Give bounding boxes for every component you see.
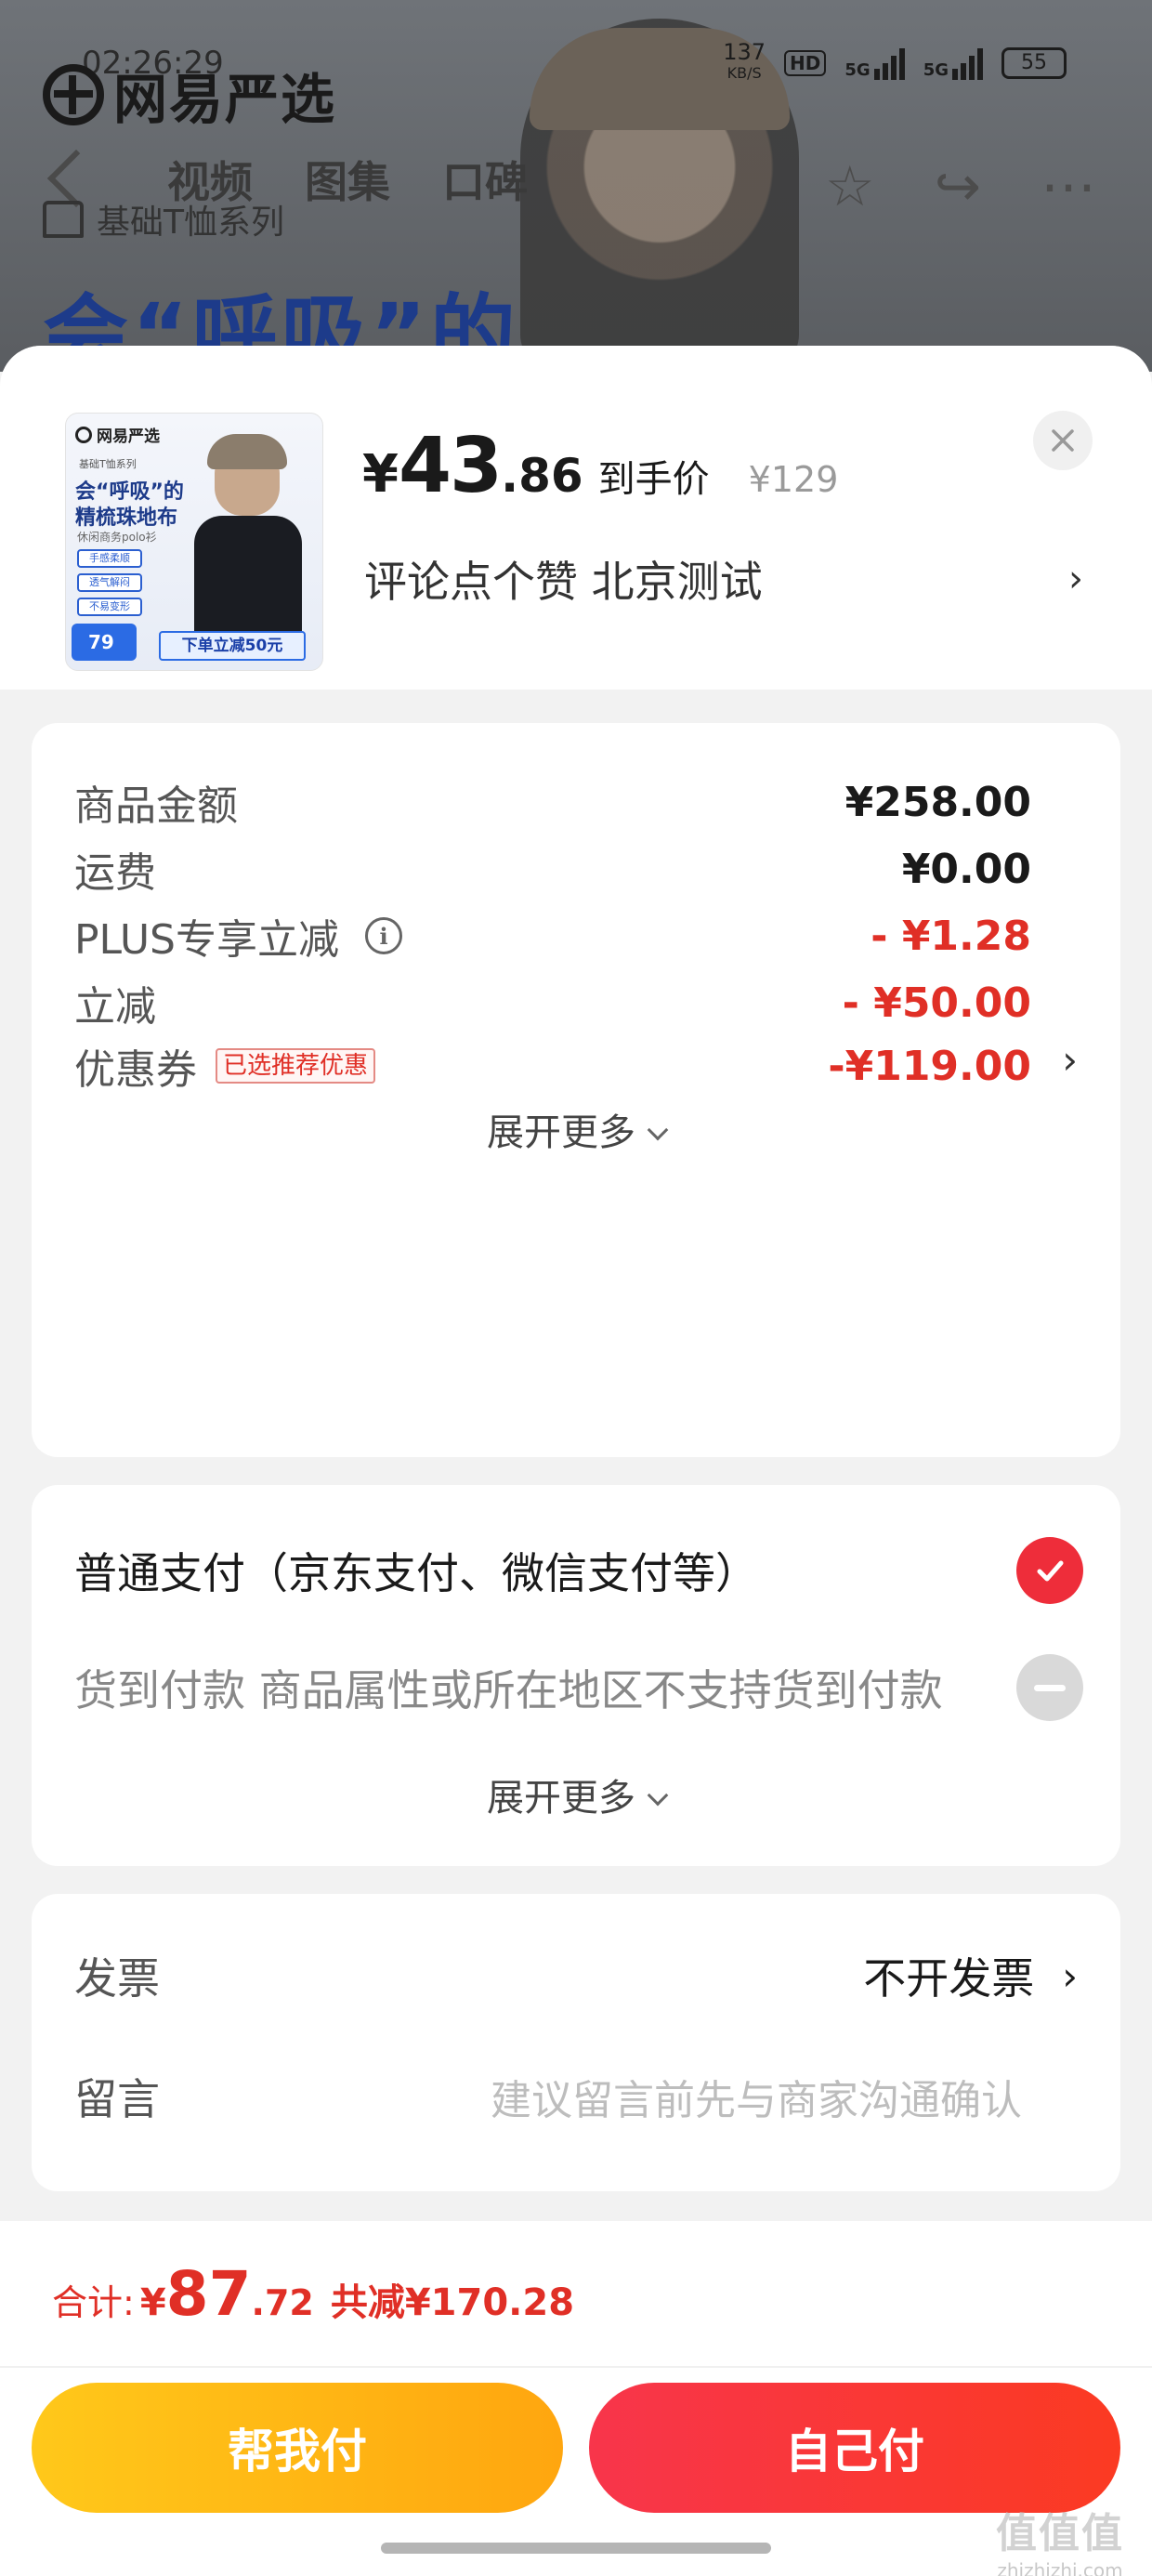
- help-me-pay-button[interactable]: 帮我付: [32, 2383, 563, 2513]
- home-indicator[interactable]: [381, 2543, 771, 2554]
- model-image: [177, 432, 317, 664]
- note-input[interactable]: 建议留言前先与商家沟通确认: [491, 2067, 1022, 2126]
- coupon-badge: 已选推荐优惠: [216, 1048, 376, 1084]
- tab-reviews[interactable]: 口碑: [442, 149, 528, 210]
- chevron-down-icon: [647, 1784, 669, 1807]
- instant-discount-row: 立减 - ¥50.00: [74, 979, 1031, 1032]
- final-price: ¥ 43 .86 到手价 ¥129: [362, 422, 839, 510]
- thumb-series: 基础T恤系列: [79, 458, 137, 470]
- disabled-radio-icon: [1016, 1654, 1083, 1721]
- final-price-label: 到手价: [597, 458, 710, 501]
- amount-card: 商品金额 ¥258.00 运费 ¥0.00 PLUS专享立减 i - ¥1.28…: [32, 723, 1120, 1457]
- expand-more-button[interactable]: 展开更多: [32, 1102, 1120, 1156]
- payment-card: 普通支付（京东支付、微信支付等） 货到付款 商品属性或所在地区不支持货到付款 展…: [32, 1485, 1120, 1866]
- goods-amount-row: 商品金额 ¥258.00: [74, 778, 1031, 831]
- chevron-down-icon: [647, 1119, 669, 1141]
- brand-mark-icon: [75, 426, 92, 443]
- battery-icon: 55: [1001, 46, 1067, 79]
- thumb-title-2: 精梳珠地布: [75, 506, 178, 530]
- coupon-amount: -¥119.00: [828, 1042, 1031, 1090]
- payment-option-cod: 货到付款 商品属性或所在地区不支持货到付款: [74, 1650, 1083, 1725]
- close-icon: [1052, 429, 1074, 452]
- thumb-cta: 下单立减50元: [159, 631, 306, 661]
- invoice-row[interactable]: 发票 不开发票 ›: [74, 1939, 1078, 2013]
- thumb-tag: 手感柔顺: [77, 549, 142, 568]
- signal-icon: 5G: [844, 46, 905, 80]
- checkout-footer: 合计: ¥ 87 .72 共减¥170.28 帮我付 自己付 值值值 zhizh…: [0, 2221, 1152, 2576]
- share-icon[interactable]: ↪: [935, 154, 981, 219]
- tab-gallery[interactable]: 图集: [305, 149, 390, 210]
- product-thumbnail[interactable]: 网易严选 基础T恤系列 会“呼吸”的 精梳珠地布 休闲商务polo衫 手感柔顺 …: [65, 413, 323, 671]
- chevron-right-icon: ›: [1062, 1952, 1078, 1999]
- close-button[interactable]: [1033, 411, 1093, 470]
- network-speed: 137 KB/S: [723, 39, 766, 82]
- status-indicators: 137 KB/S HD 5G 5G 55: [723, 39, 1067, 83]
- hd-badge: HD: [784, 49, 827, 76]
- coupon-row[interactable]: 优惠券 已选推荐优惠 -¥119.00: [74, 1033, 1031, 1098]
- brand-mark-icon: [43, 64, 104, 125]
- shipping-row: 运费 ¥0.00: [74, 845, 1031, 898]
- pay-myself-button[interactable]: 自己付: [589, 2383, 1120, 2513]
- thumb-tag: 不易变形: [77, 598, 142, 616]
- chevron-right-icon[interactable]: ›: [1068, 558, 1083, 600]
- spec-selector[interactable]: 评论点个赞 北京测试: [364, 548, 1089, 610]
- invoice-card: 发票 不开发票 › 留言 建议留言前先与商家沟通确认: [32, 1894, 1120, 2191]
- total-saved: 共减¥170.28: [330, 2281, 575, 2324]
- thumb-price: 79: [72, 624, 137, 661]
- goods-amount: ¥258.00: [844, 778, 1031, 826]
- expand-more-button[interactable]: 展开更多: [32, 1768, 1120, 1821]
- thumb-subtitle: 休闲商务polo衫: [77, 531, 157, 544]
- shipping-amount: ¥0.00: [901, 845, 1031, 893]
- chevron-right-icon[interactable]: ›: [1062, 1037, 1078, 1083]
- order-total: 合计: ¥ 87 .72 共减¥170.28: [52, 2258, 575, 2330]
- product-summary: 网易严选 基础T恤系列 会“呼吸”的 精梳珠地布 休闲商务polo衫 手感柔顺 …: [0, 346, 1152, 690]
- more-icon[interactable]: ⋯: [1041, 154, 1096, 219]
- signal-icon-2: 5G: [923, 46, 983, 80]
- payment-option-normal[interactable]: 普通支付（京东支付、微信支付等）: [74, 1533, 1083, 1608]
- plus-discount-row: PLUS专享立减 i - ¥1.28: [74, 912, 1031, 965]
- note-row: 留言 建议留言前先与商家沟通确认: [74, 2059, 1078, 2134]
- instant-discount-amount: - ¥50.00: [842, 979, 1031, 1027]
- nav-actions: ☆ ↪ ⋯: [825, 154, 1096, 219]
- invoice-value: 不开发票: [863, 1953, 1035, 2004]
- watermark: 值值值 zhizhizhi.com: [996, 2510, 1124, 2576]
- divider: [0, 2366, 1152, 2368]
- info-icon[interactable]: i: [365, 917, 402, 954]
- plus-discount-amount: - ¥1.28: [871, 912, 1031, 960]
- tshirt-icon: [43, 201, 84, 238]
- favorite-star-icon[interactable]: ☆: [825, 154, 875, 219]
- brand-logo: 网易严选: [43, 56, 336, 134]
- original-price: ¥129: [748, 459, 839, 500]
- checked-radio-icon[interactable]: [1016, 1537, 1083, 1604]
- thumb-brand: 网易严选: [75, 423, 160, 446]
- series-label: 基础T恤系列: [43, 195, 284, 243]
- thumb-tag: 透气解闷: [77, 573, 142, 592]
- background-product-page: 02:26:29 137 KB/S HD 5G 5G 55 网易严选 视频 图集: [0, 0, 1152, 372]
